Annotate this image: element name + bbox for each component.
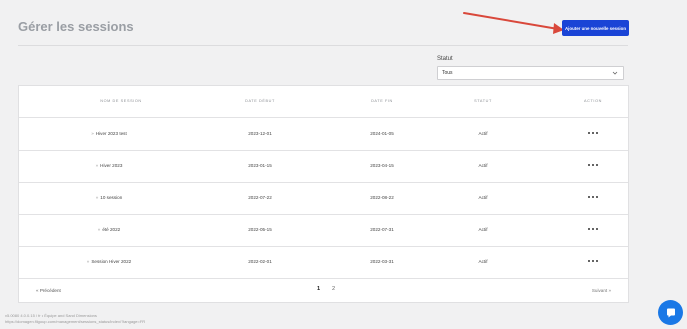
session-name[interactable]: Hiver 2023 [96,163,122,168]
session-name[interactable]: Session Hiver 2022 [87,259,131,264]
status-filter-label: Statut [437,56,453,62]
status-filter-value: Tous [442,70,453,76]
column-header-start: DATE DÉBUT [245,99,275,103]
table-row: été 2022 2022-05-15 2022-07-31 Actif [19,214,628,247]
chevron-down-icon [612,71,618,75]
arrow-annotation [463,12,564,34]
title-divider [18,45,628,46]
session-name[interactable]: été 2022 [98,227,120,232]
page-title: Gérer les sessions [18,19,134,34]
chat-icon [666,308,675,317]
chat-button[interactable] [658,300,683,325]
table-row: Hiver 2023 test 2023-12-01 2024-01-05 Ac… [19,118,628,151]
pagination-previous[interactable]: « Précédent [36,288,61,293]
pagination-next[interactable]: Suivant » [592,288,611,293]
table-row: Session Hiver 2022 2022-02-01 2022-03-31… [19,246,628,279]
column-header-action: ACTION [584,99,602,103]
session-status: Actif [478,163,488,168]
add-session-button[interactable]: Ajouter une nouvelle session [562,20,629,36]
pagination-page-2[interactable]: 2 [332,286,335,292]
more-horizontal-icon[interactable] [588,260,598,263]
session-end-date: 2022-03-31 [370,259,394,264]
session-status: Actif [478,227,488,232]
session-start-date: 2022-05-15 [248,227,272,232]
more-horizontal-icon[interactable] [588,196,598,199]
session-status: Actif [478,131,488,136]
session-status: Actif [478,259,488,264]
session-start-date: 2022-07-22 [248,195,272,200]
session-end-date: 2024-01-05 [370,131,394,136]
session-name[interactable]: Hiver 2023 test [91,131,127,136]
column-header-end: DATE FIN [371,99,393,103]
session-end-date: 2022-07-31 [370,227,394,232]
table-row: 10 session 2022-07-22 2022-08-22 Actif [19,182,628,215]
table-header: NOM DE SESSION DATE DÉBUT DATE FIN STATU… [19,86,628,118]
more-horizontal-icon[interactable] [588,228,598,231]
session-end-date: 2023-04-15 [370,163,394,168]
footer: v5.0080 4.0.0.15 / fr • Équipe and Sand … [5,313,145,325]
session-end-date: 2022-08-22 [370,195,394,200]
pagination-page-1[interactable]: 1 [317,286,320,292]
session-name[interactable]: 10 session [96,195,122,200]
session-start-date: 2023-01-15 [248,163,272,168]
footer-url: https://domagen.fllgoup.com/management/s… [5,319,146,324]
pagination: « Précédent 1 2 Suivant » [19,278,628,302]
more-horizontal-icon[interactable] [588,164,598,167]
session-start-date: 2022-02-01 [248,259,272,264]
table-row: Hiver 2023 2023-01-15 2023-04-15 Actif [19,150,628,183]
sessions-table: NOM DE SESSION DATE DÉBUT DATE FIN STATU… [18,85,629,303]
status-filter-select[interactable]: Tous [437,66,624,80]
more-horizontal-icon[interactable] [588,132,598,135]
session-status: Actif [478,195,488,200]
column-header-name: NOM DE SESSION [100,99,142,103]
session-start-date: 2023-12-01 [248,131,272,136]
column-header-status: STATUT [474,99,492,103]
